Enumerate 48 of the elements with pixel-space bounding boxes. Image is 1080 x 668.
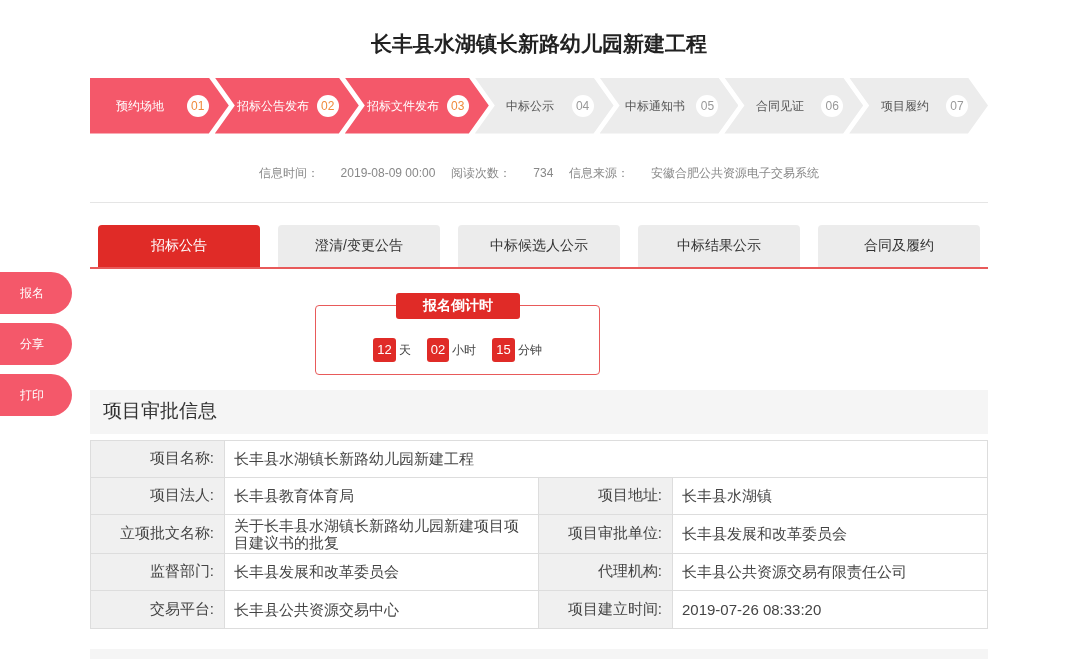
step-number: 05 bbox=[696, 94, 719, 117]
field-label: 项目名称: bbox=[91, 440, 225, 477]
step-label: 合同见证 bbox=[754, 97, 805, 115]
section-title: 项目审批信息 bbox=[103, 399, 217, 424]
step-label: 项目履约 bbox=[879, 97, 930, 115]
field-label: 项目建立时间: bbox=[539, 590, 673, 628]
info-value: 安徽合肥公共资源电子交易系统 bbox=[651, 164, 820, 182]
countdown-title: 报名倒计时 bbox=[396, 292, 520, 319]
page-title: 长丰县水湖镇长新路幼儿园新建工程 bbox=[371, 31, 707, 57]
info-label: 阅读次数： bbox=[451, 164, 512, 182]
step-label: 中标通知书 bbox=[624, 97, 686, 115]
step-label: 预约场地 bbox=[115, 97, 166, 115]
field-label: 交易平台: bbox=[91, 590, 225, 628]
field-value: 长丰县水湖镇长新路幼儿园新建工程 bbox=[233, 449, 475, 469]
field-value: 2019-07-26 08:33:20 bbox=[681, 599, 823, 620]
info-label: 信息时间： bbox=[258, 164, 319, 182]
info-value: 2019-08-09 00:00 bbox=[340, 164, 436, 182]
step-label: 中标公示 bbox=[505, 97, 556, 115]
field-value: 长丰县水湖镇 bbox=[681, 486, 773, 506]
countdown-value: 15 bbox=[492, 337, 515, 362]
field-value: 长丰县公共资源交易有限责任公司 bbox=[681, 562, 908, 582]
field-label: 项目地址: bbox=[539, 477, 673, 514]
field-label: 代理机构: bbox=[539, 553, 673, 590]
countdown-value: 12 bbox=[373, 337, 396, 362]
tab[interactable]: 中标结果公示 bbox=[638, 224, 800, 267]
step-label: 招标文件发布 bbox=[366, 97, 439, 115]
field-value: 长丰县发展和改革委员会 bbox=[681, 524, 848, 544]
step-number: 03 bbox=[446, 94, 469, 117]
tab[interactable]: 澄清/变更公告 bbox=[278, 224, 440, 267]
step-number: 06 bbox=[821, 94, 844, 117]
step-number: 01 bbox=[186, 94, 209, 117]
tab[interactable]: 招标公告 bbox=[98, 224, 260, 267]
countdown-unit: 天 bbox=[398, 341, 411, 359]
step-number: 04 bbox=[571, 94, 594, 117]
field-label: 立项批文名称: bbox=[91, 514, 225, 553]
countdown-value: 02 bbox=[426, 337, 450, 362]
countdown-unit: 分钟 bbox=[517, 341, 542, 359]
step-number: 07 bbox=[946, 94, 968, 117]
field-label: 监督部门: bbox=[91, 553, 225, 590]
step-label: 招标公告发布 bbox=[236, 97, 309, 115]
field-label: 项目审批单位: bbox=[539, 514, 673, 553]
info-label: 信息来源： bbox=[569, 164, 630, 182]
info-value: 734 bbox=[533, 164, 554, 182]
field-label: 项目法人: bbox=[91, 477, 225, 514]
tab[interactable]: 中标候选人公示 bbox=[458, 224, 620, 267]
step-number: 02 bbox=[316, 94, 339, 117]
countdown-unit: 小时 bbox=[452, 341, 477, 359]
tab[interactable]: 合同及履约 bbox=[818, 224, 980, 267]
